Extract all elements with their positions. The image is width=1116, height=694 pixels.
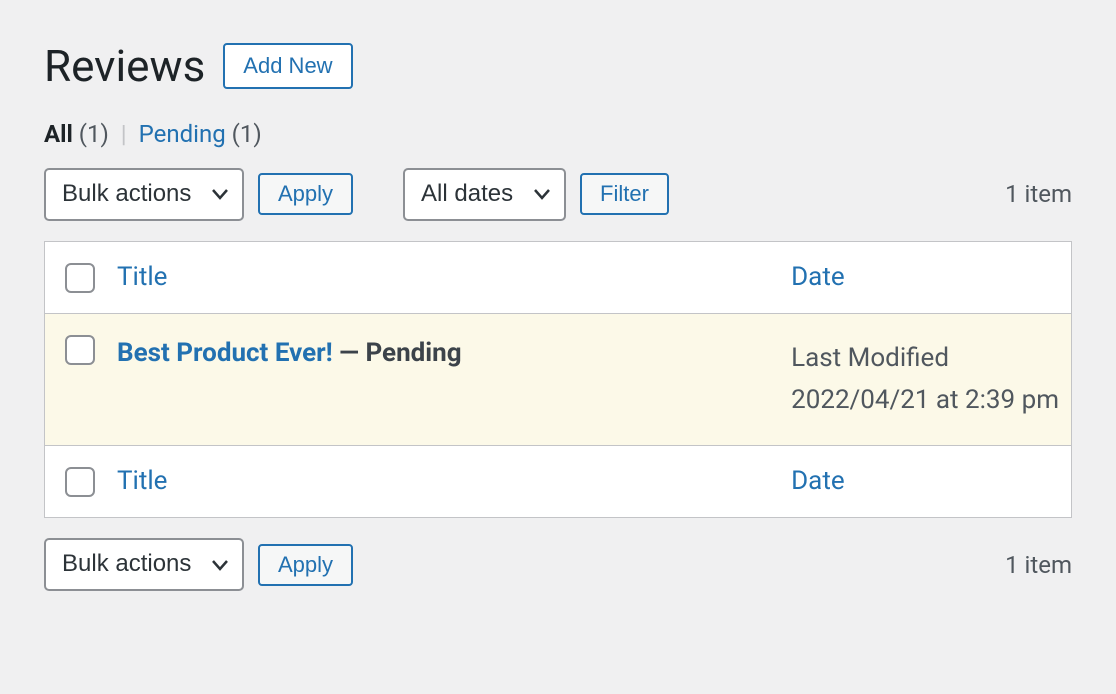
page-title: Reviews <box>44 40 205 92</box>
filter-separator: | <box>121 120 127 148</box>
row-state-sep: — <box>333 338 366 368</box>
column-footer-title[interactable]: Title <box>117 466 167 496</box>
row-date-label: Last Modified <box>791 343 949 373</box>
table-row: Best Product Ever! — Pending Last Modifi… <box>45 313 1072 445</box>
apply-button-bottom[interactable]: Apply <box>258 544 353 586</box>
row-title-link[interactable]: Best Product Ever! <box>117 338 333 368</box>
bulk-actions-select[interactable]: Bulk actions <box>44 168 244 221</box>
filter-all-label[interactable]: All <box>44 120 73 148</box>
column-footer-date[interactable]: Date <box>791 466 845 496</box>
reviews-table: Title Date Best Product Ever! — Pending … <box>44 241 1072 518</box>
select-all-checkbox-bottom[interactable] <box>65 467 95 497</box>
select-all-checkbox-top[interactable] <box>65 263 95 293</box>
column-header-date[interactable]: Date <box>791 262 845 292</box>
apply-button-top[interactable]: Apply <box>258 173 353 215</box>
row-state: Pending <box>365 338 461 368</box>
filter-all-count: (1) <box>79 120 109 148</box>
bulk-actions-select-bottom[interactable]: Bulk actions <box>44 538 244 591</box>
filter-pending-count: (1) <box>232 120 262 148</box>
row-checkbox[interactable] <box>65 335 95 365</box>
filter-button[interactable]: Filter <box>580 173 669 215</box>
row-date-value: 2022/04/21 at 2:39 pm <box>791 385 1059 415</box>
date-filter-select[interactable]: All dates <box>403 168 566 221</box>
add-new-button[interactable]: Add New <box>223 43 352 89</box>
item-count-top: 1 item <box>1005 180 1072 208</box>
item-count-bottom: 1 item <box>1005 551 1072 579</box>
column-header-title[interactable]: Title <box>117 262 167 292</box>
status-filters: All (1) | Pending (1) <box>44 120 1072 148</box>
filter-pending-link[interactable]: Pending <box>139 120 226 148</box>
